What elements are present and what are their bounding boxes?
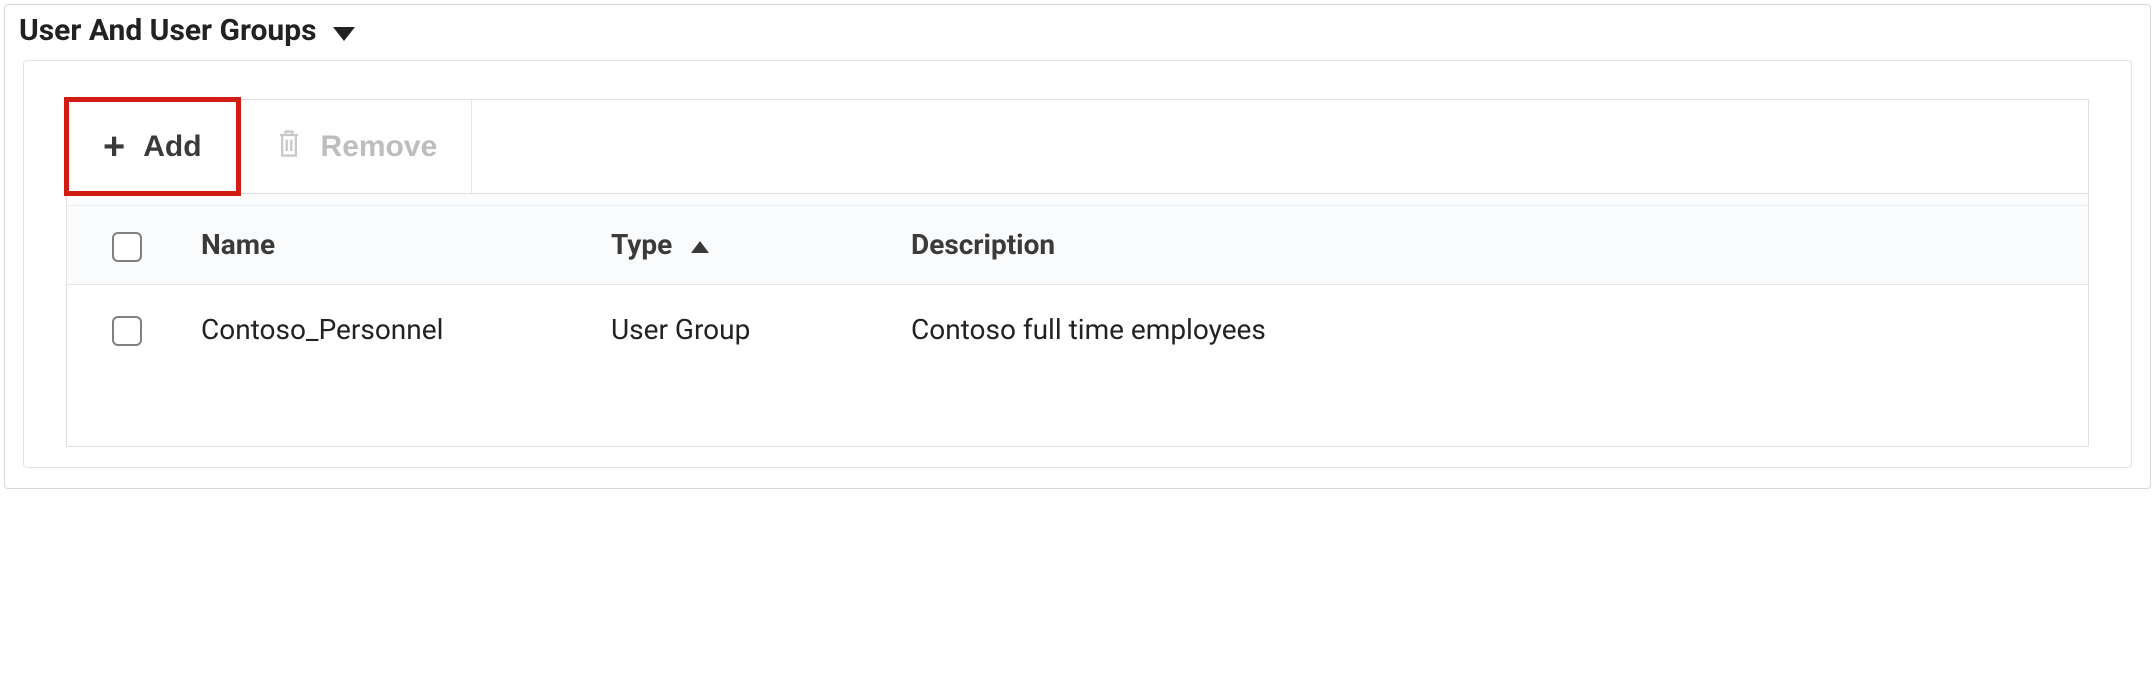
- panel-title: User And User Groups: [19, 13, 317, 48]
- table-row[interactable]: Contoso_Personnel User Group Contoso ful…: [67, 284, 2088, 374]
- inner-panel: + Add Remove: [23, 60, 2132, 468]
- select-all-checkbox[interactable]: [112, 232, 142, 262]
- column-header-description-label: Description: [911, 228, 1055, 261]
- table-container: Name Type Description: [66, 193, 2089, 447]
- toolbar: + Add Remove: [66, 99, 2089, 193]
- user-groups-panel: User And User Groups + Add Remove: [4, 4, 2151, 489]
- add-button-label: Add: [143, 130, 201, 164]
- table-header-strip: [67, 194, 2088, 206]
- sort-asc-icon: [691, 241, 709, 253]
- column-header-name[interactable]: Name: [187, 206, 597, 284]
- user-groups-table: Name Type Description: [67, 206, 2088, 446]
- column-header-type[interactable]: Type: [597, 206, 897, 284]
- remove-button: Remove: [241, 100, 473, 193]
- column-header-select: [67, 206, 187, 284]
- row-name-cell: Contoso_Personnel: [187, 284, 597, 374]
- add-button[interactable]: + Add: [64, 97, 241, 196]
- table-spacer-row: [67, 374, 2088, 446]
- row-description-cell: Contoso full time employees: [897, 284, 2088, 374]
- table-header-row: Name Type Description: [67, 206, 2088, 284]
- row-checkbox[interactable]: [112, 316, 142, 346]
- column-header-type-label: Type: [611, 228, 672, 261]
- column-header-name-label: Name: [201, 228, 275, 261]
- plus-icon: +: [103, 128, 125, 166]
- row-select-cell: [67, 284, 187, 374]
- panel-header[interactable]: User And User Groups: [5, 5, 2150, 56]
- chevron-down-icon: [333, 27, 355, 41]
- row-type-cell: User Group: [597, 284, 897, 374]
- trash-icon: [275, 127, 303, 167]
- remove-button-label: Remove: [321, 130, 438, 164]
- column-header-description[interactable]: Description: [897, 206, 2088, 284]
